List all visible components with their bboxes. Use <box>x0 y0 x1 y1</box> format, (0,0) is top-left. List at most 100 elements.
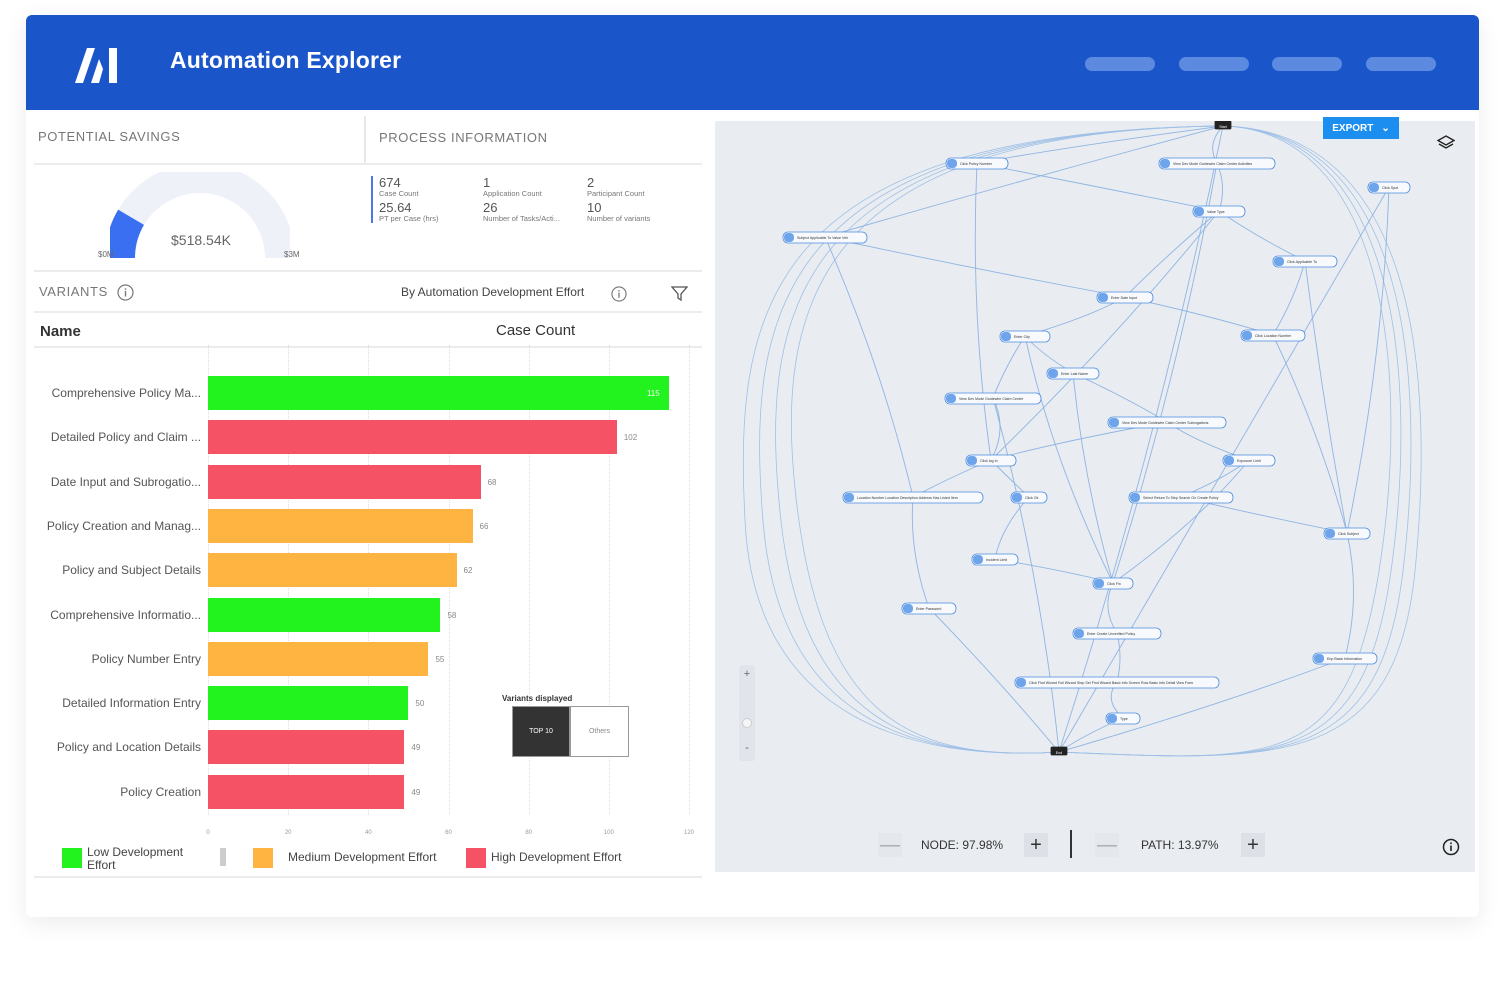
savings-value: $518.54K <box>171 232 231 248</box>
svg-text:Click log In: Click log In <box>980 459 998 463</box>
variant-bar[interactable] <box>208 641 429 676</box>
path-increase-button[interactable]: + <box>1241 833 1265 857</box>
bar-value-label: 102 <box>623 433 638 443</box>
graph-node[interactable]: Click Policy Number <box>945 157 1009 170</box>
export-label: EXPORT <box>1332 122 1374 134</box>
graph-node[interactable]: View Dev Mode Guidewire Claim Center <box>944 392 1042 405</box>
graph-node[interactable]: Type <box>1105 712 1141 725</box>
graph-node[interactable]: Click Ok <box>1010 491 1048 504</box>
graph-node[interactable]: Click Applicable To <box>1272 255 1338 268</box>
graph-edge <box>759 125 1224 754</box>
x-axis-tick-label: 120 <box>683 830 695 836</box>
stat-caption: Participant Count <box>587 189 645 198</box>
variant-bar[interactable] <box>208 464 481 499</box>
ai-logo <box>75 48 117 83</box>
legend-label-medium: Medium Development Effort <box>288 850 437 864</box>
node-increase-button[interactable]: + <box>1024 833 1048 857</box>
graph-edge <box>1272 260 1306 336</box>
graph-node[interactable]: Enter Create Unverified Policy <box>1072 627 1162 640</box>
graph-node[interactable]: Click Fin <box>1092 577 1134 590</box>
legend-label-high: High Development Effort <box>491 850 622 864</box>
graph-node[interactable]: Incident Limit <box>971 553 1019 566</box>
graph-edge <box>1058 186 1390 753</box>
zoom-out-button[interactable]: - <box>741 742 753 754</box>
graph-node[interactable]: Click Location Number <box>1240 329 1306 342</box>
graph-node[interactable]: Value Type <box>1192 205 1246 218</box>
x-axis-tick-label: 80 <box>525 830 532 836</box>
svg-text:Exposure Limit: Exposure Limit <box>1237 459 1261 463</box>
info-icon[interactable] <box>117 284 134 301</box>
legend-label-low: Low Development Effort <box>87 846 184 872</box>
graph-edge <box>1058 657 1346 753</box>
bar-value-label: 68 <box>487 477 497 487</box>
graph-edge <box>824 236 914 498</box>
graph-node[interactable]: View Dev Mode Guidewire Claim Center Act… <box>1158 157 1276 170</box>
graph-edge <box>1346 186 1390 534</box>
app-header: Automation Explorer <box>26 15 1479 110</box>
variant-bar[interactable] <box>208 730 405 765</box>
graph-node[interactable]: Enter Last Name <box>1046 367 1100 380</box>
svg-text:Select Return To Step Search O: Select Return To Step Search On Create P… <box>1143 496 1219 500</box>
layers-icon[interactable] <box>1437 135 1455 151</box>
graph-edge <box>976 162 1220 212</box>
variant-bar[interactable] <box>208 376 669 410</box>
info-icon[interactable] <box>1442 838 1460 856</box>
column-header-case-count[interactable]: Case Count <box>496 322 575 339</box>
bar-category-label: Policy and Location Details <box>56 740 201 755</box>
variant-bar[interactable] <box>208 597 441 632</box>
nav-item-1[interactable] <box>1085 57 1155 71</box>
graph-node[interactable]: Click Subject <box>1323 527 1371 540</box>
svg-text:Click Find Wizard Full Wizard: Click Find Wizard Full Wizard Step Set F… <box>1029 681 1193 685</box>
node-decrease-button[interactable]: — <box>878 833 902 857</box>
graph-node[interactable]: Location Number Location Description Add… <box>842 491 984 504</box>
graph-node[interactable]: Enter City <box>999 330 1051 343</box>
gauge-max-label: $3M <box>284 250 300 259</box>
savings-gauge <box>110 172 290 259</box>
others-toggle[interactable]: Others <box>570 706 629 757</box>
variant-bar[interactable] <box>208 553 457 588</box>
svg-text:Click Ok: Click Ok <box>1025 496 1039 500</box>
graph-node[interactable]: Subject Applicable To Value Veh <box>782 231 868 244</box>
graph-node[interactable]: Enter Password <box>901 602 957 615</box>
graph-edge <box>976 125 1224 164</box>
graph-node[interactable]: Exposure Limit <box>1222 454 1276 467</box>
graph-node[interactable]: Click Spot <box>1367 181 1411 194</box>
bar-value-label: 66 <box>479 521 489 531</box>
graph-node[interactable]: Enter Date Input <box>1096 291 1154 304</box>
process-graph-panel[interactable]: Start Click Policy Number View Dev Mode Gu… <box>715 120 1475 872</box>
info-icon[interactable] <box>611 286 627 302</box>
zoom-slider-handle[interactable] <box>742 718 752 728</box>
svg-text:Value Type: Value Type <box>1207 210 1225 214</box>
export-button[interactable]: EXPORT ⌄ <box>1323 117 1399 139</box>
graph-node[interactable]: Start <box>1214 120 1232 130</box>
stat-caption: Case Count <box>379 189 419 198</box>
svg-text:View Dev Mode Guidewire Claim: View Dev Mode Guidewire Claim Center Sub… <box>1122 421 1209 425</box>
nav-item-2[interactable] <box>1179 57 1249 71</box>
path-decrease-button[interactable]: — <box>1095 833 1119 857</box>
graph-edge <box>974 162 992 461</box>
top-10-toggle[interactable]: TOP 10 <box>512 706 570 757</box>
chevron-down-icon: ⌄ <box>1381 122 1390 134</box>
svg-text:Enter Create Unverified Policy: Enter Create Unverified Policy <box>1087 632 1135 636</box>
nav-item-3[interactable] <box>1272 57 1342 71</box>
potential-savings-title: POTENTIAL SAVINGS <box>38 129 181 144</box>
variant-bar[interactable] <box>208 508 473 543</box>
graph-node[interactable]: Click log In <box>965 454 1017 467</box>
svg-text:Type: Type <box>1120 717 1128 721</box>
graph-node[interactable]: End <box>1050 746 1068 756</box>
zoom-in-button[interactable]: + <box>741 668 753 680</box>
variant-bar[interactable] <box>208 774 405 809</box>
controls-divider <box>1070 830 1072 858</box>
variant-bar[interactable] <box>208 686 409 721</box>
nav-item-4[interactable] <box>1366 57 1436 71</box>
column-header-name[interactable]: Name <box>40 323 81 340</box>
variant-bar[interactable] <box>208 420 617 455</box>
process-flow-graph[interactable]: Start Click Policy Number View Dev Mode Gu… <box>715 120 1475 872</box>
graph-node[interactable]: View Dev Mode Guidewire Claim Center Sub… <box>1107 416 1227 429</box>
filter-icon[interactable] <box>671 285 688 302</box>
graph-node[interactable]: Select Return To Step Search On Create P… <box>1128 491 1234 504</box>
graph-node[interactable]: Enp Basic Information <box>1312 652 1378 665</box>
bar-category-label: Policy Number Entry <box>91 651 201 666</box>
graph-node[interactable]: Click Find Wizard Full Wizard Step Set F… <box>1014 676 1220 689</box>
svg-text:Click Policy Number: Click Policy Number <box>960 162 993 166</box>
